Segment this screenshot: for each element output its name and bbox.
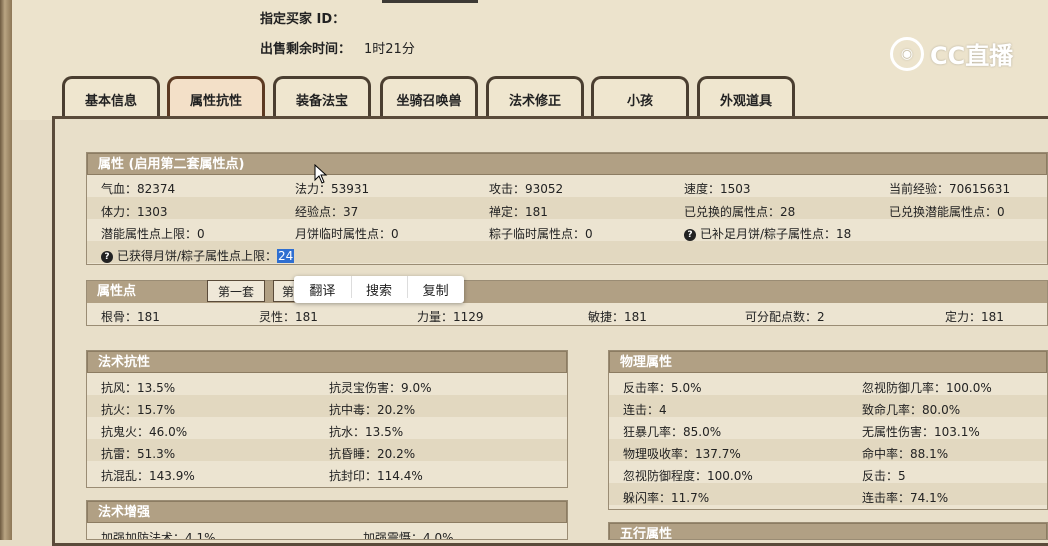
resist-value: 抗鬼火：46.0%	[101, 425, 188, 439]
attr-supplemented-points: ? 已补足月饼/粽子属性点：18	[684, 225, 851, 242]
search-menu-item[interactable]: 搜索	[350, 276, 408, 299]
tab-label: 法术修正	[508, 94, 561, 109]
physical-value: 无属性伤害：103.1%	[862, 425, 980, 439]
window-left-border	[0, 0, 12, 540]
tab-appearance[interactable]: 外观道具	[697, 76, 795, 116]
text-context-menu: 翻译 搜索 复制	[294, 276, 464, 303]
boost-value: 加强震慑：4.0%	[363, 531, 454, 540]
boost-value: 加强加防法术：4.1%	[101, 531, 216, 540]
attr-mooncake-temp: 月饼临时属性点：0	[295, 227, 399, 241]
attr-stamina: 体力：1303	[101, 205, 168, 219]
tab-mounts-summons[interactable]: 坐骑召唤兽	[380, 76, 478, 116]
magic-boost-title: 法术增强	[87, 501, 567, 523]
resist-value: 抗中毒：20.2%	[329, 403, 416, 417]
cc-logo-icon: ◉	[890, 36, 924, 71]
resist-value: 抗灵宝伤害：9.0%	[329, 381, 432, 395]
magic-boost-panel: 法术增强 加强加防法术：4.1% 加强震慑：4.0%	[86, 500, 568, 540]
row-stripe	[609, 395, 1047, 417]
buyer-id-label: 指定买家 ID：	[260, 12, 346, 27]
physical-value: 物理吸收率：137.7%	[623, 447, 741, 461]
tab-label: 坐骑召唤兽	[396, 94, 462, 109]
tab-spell-mods[interactable]: 法术修正	[486, 76, 584, 116]
attr-zongzi-temp: 粽子临时属性点：0	[489, 227, 593, 241]
attr-exchanged-points: 已兑换的属性点：28	[684, 205, 796, 219]
point-spirit: 灵性：181	[259, 310, 318, 324]
attr-supplemented-label: 已补足月饼/粽子属性点：18	[700, 227, 852, 241]
resist-value: 抗封印：114.4%	[329, 469, 423, 483]
attr-speed: 速度：1503	[684, 182, 751, 196]
physical-value: 命中率：88.1%	[862, 447, 949, 461]
translate-menu-item[interactable]: 翻译	[294, 280, 351, 299]
help-icon[interactable]: ?	[101, 250, 113, 263]
selected-text: 24	[277, 249, 295, 263]
attribute-points-title-overlay: 属性点	[87, 281, 207, 303]
attr-meditation: 禅定：181	[489, 205, 548, 219]
tab-equipment[interactable]: 装备法宝	[273, 76, 371, 116]
subtab-label: 第	[281, 284, 294, 299]
watermark-text: CC直播	[930, 42, 1014, 70]
magic-resist-title: 法术抗性	[87, 351, 567, 373]
physical-value: 连击率：74.1%	[862, 491, 949, 505]
five-elements-panel: 五行属性	[608, 522, 1048, 540]
attr-current-exp: 当前经验：70615631	[889, 182, 1011, 196]
subtab-label: 第一套	[217, 284, 254, 299]
physical-value: 连击：4	[623, 403, 667, 417]
copy-menu-item[interactable]: 复制	[407, 276, 464, 299]
physical-value: 致命几率：80.0%	[862, 403, 961, 417]
mouse-cursor-icon	[314, 164, 328, 184]
point-available: 可分配点数：2	[745, 310, 825, 324]
physical-value: 忽视防御几率：100.0%	[862, 381, 992, 395]
tab-basic-info[interactable]: 基本信息	[62, 76, 160, 116]
attr-mp: 法力：53931	[295, 182, 370, 196]
tab-label: 基本信息	[84, 94, 137, 109]
resist-value: 抗雷：51.3%	[101, 447, 176, 461]
attr-exchanged-potential: 已兑换潜能属性点：0	[889, 205, 1005, 219]
attributes-panel-title: 属性 (启用第二套属性点)	[87, 153, 1047, 175]
attr-potential-cap: 潜能属性点上限：0	[101, 227, 205, 241]
watermark-logo: ◉ CC直播	[890, 36, 1013, 71]
physical-value: 忽视防御程度：100.0%	[623, 469, 753, 483]
attr-obtained-cap-label: 已获得月饼/粽子属性点上限：	[117, 249, 278, 263]
attribute-points-panel: 属性点 属性点 第一套 第 根骨：181 灵性：181 力量：1129 敏捷：1…	[86, 280, 1048, 326]
physical-value: 反击率：5.0%	[623, 381, 702, 395]
tab-label: 外观道具	[719, 94, 772, 109]
resist-value: 抗火：15.7%	[101, 403, 176, 417]
tab-attributes[interactable]: 属性抗性	[167, 76, 265, 116]
time-remaining-value: 1时21分	[364, 42, 415, 57]
help-icon[interactable]: ?	[684, 228, 696, 241]
attr-exp-points: 经验点：37	[295, 205, 359, 219]
point-constitution: 根骨：181	[101, 310, 160, 324]
physical-title: 物理属性	[609, 351, 1047, 373]
physical-panel: 物理属性 反击率：5.0% 忽视防御几率：100.0% 连击：4 致命几率：80…	[608, 350, 1048, 510]
tab-label: 装备法宝	[295, 94, 348, 109]
physical-value: 狂暴几率：85.0%	[623, 425, 722, 439]
resist-value: 抗风：13.5%	[101, 381, 176, 395]
subtab-set-one[interactable]: 第一套	[207, 280, 265, 302]
tab-label: 小孩	[626, 94, 653, 109]
magic-resist-panel: 法术抗性 抗风：13.5% 抗灵宝伤害：9.0% 抗火：15.7% 抗中毒：20…	[86, 350, 568, 488]
tab-label: 属性抗性	[189, 94, 242, 109]
resist-value: 抗混乱：143.9%	[101, 469, 195, 483]
resist-value: 抗水：13.5%	[329, 425, 404, 439]
point-agility: 敏捷：181	[588, 310, 647, 324]
point-strength: 力量：1129	[417, 310, 484, 324]
time-remaining-label: 出售剩余时间：	[260, 42, 352, 57]
five-elements-title: 五行属性	[609, 523, 1047, 539]
physical-value: 反击：5	[862, 469, 906, 483]
point-endurance: 定力：181	[945, 310, 1004, 324]
attributes-panel: 属性 (启用第二套属性点) 气血：82374 法力：53931 攻击：93052…	[86, 152, 1048, 265]
attr-obtained-cap: ? 已获得月饼/粽子属性点上限：24	[101, 247, 295, 264]
attr-attack: 攻击：93052	[489, 182, 564, 196]
tab-children[interactable]: 小孩	[591, 76, 689, 116]
buyer-id-field-edge	[382, 0, 478, 3]
resist-value: 抗昏睡：20.2%	[329, 447, 416, 461]
attr-hp: 气血：82374	[101, 182, 176, 196]
physical-value: 躲闪率：11.7%	[623, 491, 710, 505]
